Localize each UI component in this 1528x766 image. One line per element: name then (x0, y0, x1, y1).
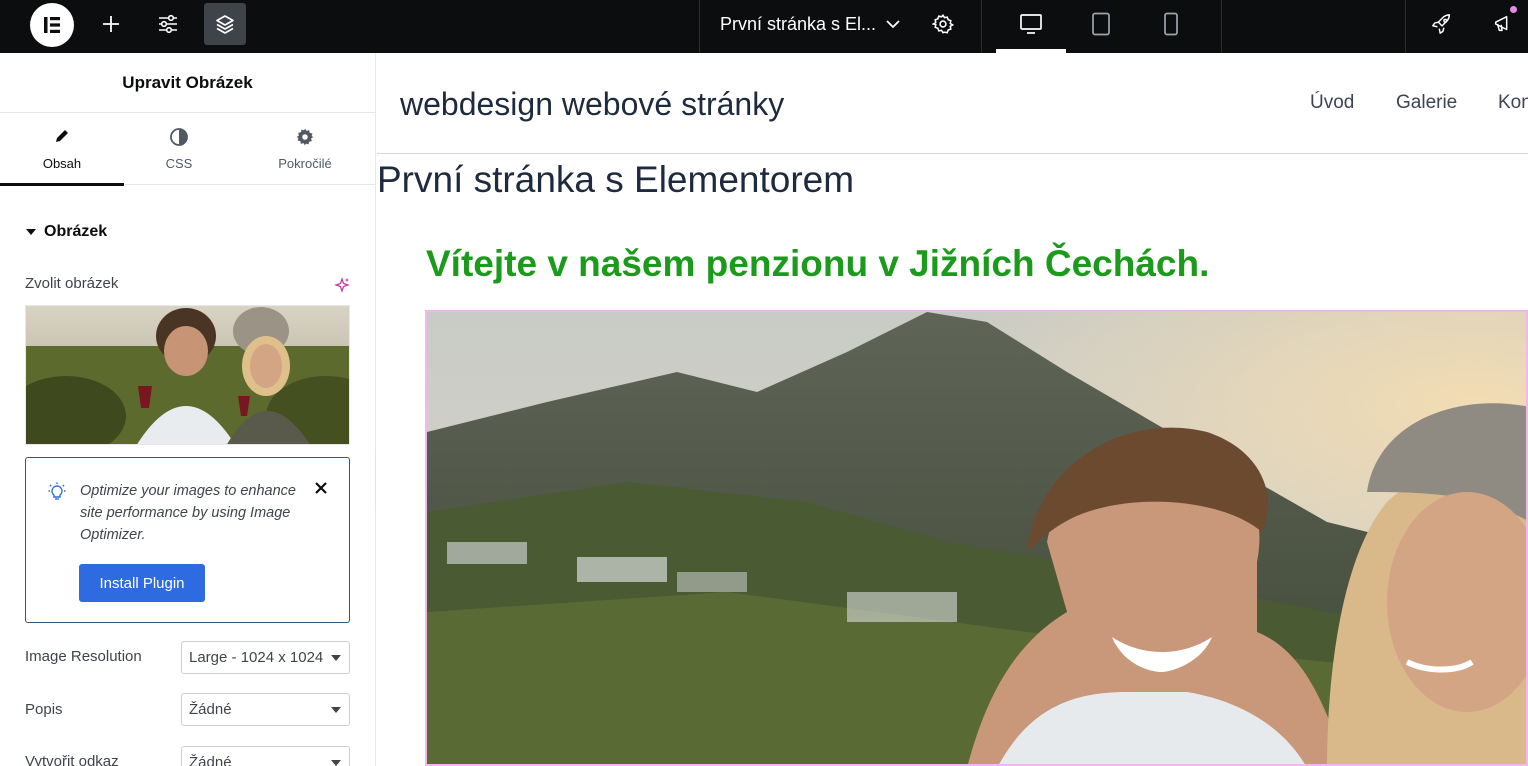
nav-item-contact[interactable]: Kontakt (1498, 92, 1528, 114)
settings-sliders-icon (159, 14, 177, 34)
publish-rocket-button[interactable] (1421, 3, 1463, 45)
tab-advanced[interactable]: Pokročilé (243, 113, 367, 185)
nav-item-gallery[interactable]: Galerie (1396, 92, 1457, 114)
tablet-view-button[interactable] (1080, 3, 1122, 45)
notice-text: Optimize your images to enhance site per… (80, 483, 296, 543)
chevron-down-icon[interactable] (884, 15, 902, 33)
add-element-button[interactable] (90, 3, 132, 45)
page-heading: První stránka s Elementorem (377, 159, 855, 200)
add-icon (103, 16, 119, 32)
install-plugin-button[interactable]: Install Plugin (79, 564, 205, 602)
mobile-icon (1164, 12, 1178, 36)
select-value: Large - 1024 x 1024 (189, 649, 324, 666)
desktop-icon (1020, 14, 1042, 34)
layers-icon (216, 15, 234, 34)
tablet-icon (1092, 12, 1110, 36)
tab-label: Pokročilé (278, 156, 332, 171)
megaphone-icon (1494, 15, 1508, 32)
caret-down-icon (331, 707, 341, 713)
site-header: webdesign webové stránky Úvod Galerie Ko… (377, 53, 1528, 154)
caption-label: Popis (25, 701, 63, 718)
close-icon[interactable] (313, 480, 329, 496)
image-picker-preview[interactable] (25, 305, 350, 445)
notifications-button[interactable] (1482, 3, 1524, 45)
mobile-view-button[interactable] (1150, 3, 1192, 45)
panel-tabs: Obsah CSS Pokročilé (0, 113, 375, 186)
structure-button[interactable] (204, 3, 246, 45)
select-value: Žádné (189, 701, 232, 718)
gear-icon (296, 128, 314, 146)
page-settings-icon (932, 14, 954, 34)
site-title[interactable]: webdesign webové stránky (400, 86, 784, 123)
page-title-dropdown[interactable]: První stránka s El... (720, 14, 876, 35)
divider (1405, 0, 1406, 53)
desktop-view-button[interactable] (1010, 3, 1052, 45)
divider (699, 0, 700, 53)
site-settings-button[interactable] (147, 3, 189, 45)
rocket-icon (1432, 14, 1451, 34)
editor-panel: Upravit Obrázek Obsah CSS Pokročilé Obrá… (0, 53, 376, 766)
canvas-preview: webdesign webové stránky Úvod Galerie Ko… (377, 53, 1528, 766)
lightbulb-icon (48, 482, 66, 500)
page-settings-button[interactable] (922, 3, 964, 45)
welcome-heading[interactable]: Vítejte v našem penzionu v Jižních Čechá… (426, 243, 1209, 285)
elementor-logo-icon[interactable] (30, 3, 74, 47)
tab-label: Obsah (42, 156, 82, 171)
ai-sparkle-icon[interactable] (334, 277, 350, 293)
tab-css[interactable]: CSS (117, 113, 241, 185)
panel-title: Upravit Obrázek (0, 53, 375, 113)
choose-image-label: Zvolit obrázek (25, 275, 119, 292)
caret-down-icon (331, 655, 341, 661)
pencil-icon (56, 130, 68, 142)
section-title: Obrázek (44, 223, 108, 240)
tab-label: CSS (165, 156, 193, 171)
notification-badge (1510, 6, 1517, 13)
caption-select[interactable]: Žádné (181, 693, 350, 726)
image-resolution-label: Image Resolution (25, 648, 142, 665)
image-optimizer-notice: Optimize your images to enhance site per… (25, 457, 350, 623)
select-value: Žádné (189, 754, 232, 766)
caret-down-icon (26, 229, 36, 235)
link-label: Vytvořit odkaz (25, 753, 119, 766)
tab-content[interactable]: Obsah (0, 113, 124, 186)
section-toggle-image[interactable]: Obrázek (26, 223, 107, 241)
nav-item-home[interactable]: Úvod (1310, 92, 1354, 114)
divider (1221, 0, 1222, 53)
image-resolution-select[interactable]: Large - 1024 x 1024 (181, 641, 350, 674)
hero-image[interactable] (425, 310, 1528, 766)
caret-down-icon (331, 760, 341, 766)
divider (981, 0, 982, 53)
link-select[interactable]: Žádné (181, 746, 350, 766)
top-bar: První stránka s El... (0, 0, 1528, 53)
contrast-icon (170, 128, 188, 146)
